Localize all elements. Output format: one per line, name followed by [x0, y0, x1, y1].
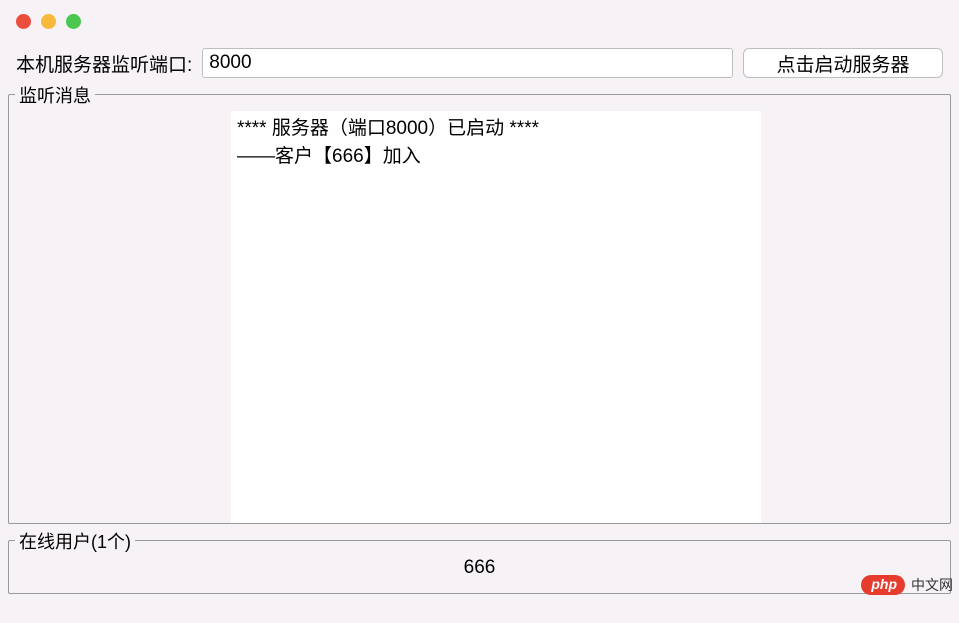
- top-row: 本机服务器监听端口: 点击启动服务器: [0, 42, 959, 88]
- php-badge: php: [861, 575, 905, 595]
- port-input[interactable]: [202, 48, 733, 78]
- watermark-text: 中文网: [911, 575, 953, 595]
- user-item[interactable]: 666: [9, 541, 950, 579]
- port-label: 本机服务器监听端口:: [16, 50, 192, 77]
- title-bar: [0, 0, 959, 42]
- minimize-icon[interactable]: [41, 14, 56, 29]
- watermark: php 中文网: [861, 575, 953, 595]
- zoom-icon[interactable]: [66, 14, 81, 29]
- users-legend: 在线用户(1个): [15, 528, 135, 554]
- listen-legend: 监听消息: [15, 82, 95, 108]
- users-fieldset: 在线用户(1个) 666: [8, 540, 951, 594]
- close-icon[interactable]: [16, 14, 31, 29]
- message-log[interactable]: **** 服务器（端口8000）已启动 **** ——客户【666】加入: [231, 111, 761, 523]
- listen-fieldset: 监听消息 **** 服务器（端口8000）已启动 **** ——客户【666】加…: [8, 94, 951, 524]
- start-server-button[interactable]: 点击启动服务器: [743, 48, 943, 78]
